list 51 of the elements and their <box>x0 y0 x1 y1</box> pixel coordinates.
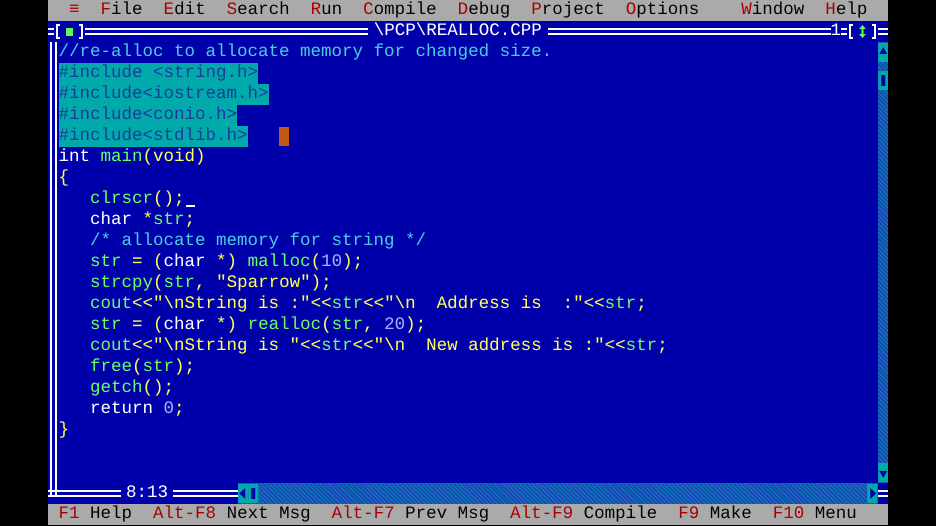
code-line: int main(void) <box>58 147 206 168</box>
menu-item[interactable]: Project <box>531 0 605 21</box>
status-shortcut[interactable]: F9 Make <box>678 504 752 525</box>
status-shortcut[interactable]: Alt-F9 Compile <box>510 504 658 525</box>
close-button[interactable] <box>54 22 85 41</box>
code-line: clrscr(); <box>89 189 185 210</box>
scroll-down-icon[interactable] <box>878 462 888 483</box>
close-box-icon <box>54 22 85 41</box>
menu-item[interactable]: Search <box>226 0 290 21</box>
scroll-thumb-icon[interactable] <box>878 70 888 91</box>
frame-line <box>878 490 888 497</box>
code-line: /* allocate memory for string */ <box>89 231 426 252</box>
code-line: //re-alloc to allocate memory for changed size. <box>58 42 552 63</box>
frame-line <box>841 28 848 35</box>
menu-item[interactable]: Edit <box>164 0 206 21</box>
menu-item[interactable]: Run <box>310 0 342 21</box>
status-shortcut[interactable]: F10 Menu <box>772 504 857 525</box>
vertical-scrollbar[interactable] <box>878 42 888 483</box>
zoom-icon <box>847 22 878 41</box>
scroll-up-icon[interactable] <box>878 42 888 63</box>
status-shortcut[interactable]: Alt-F8 Next Msg <box>153 504 311 525</box>
menu-item[interactable]: Compile <box>363 0 437 21</box>
window-number: 1 <box>830 21 842 42</box>
frame-line <box>173 490 238 497</box>
code-line: getch(); <box>89 378 174 399</box>
menu-item[interactable]: Window <box>741 0 804 21</box>
scroll-thumb-icon[interactable] <box>248 483 258 504</box>
code-line: } <box>58 420 70 441</box>
code-line: strcpy(str, "Sparrow"); <box>89 273 332 294</box>
status-shortcut[interactable]: F1 Help <box>58 504 132 525</box>
code-line: return 0; <box>89 399 185 420</box>
zoom-button[interactable] <box>847 22 878 41</box>
code-line: cout<<"\nString is :"<<str<<"\n Address is :"<<str; <box>89 294 647 315</box>
window-title: \PCP\REALLOC.CPP <box>372 21 543 42</box>
scroll-right-icon[interactable] <box>867 483 878 504</box>
menu-item[interactable]: Help <box>825 0 868 21</box>
scroll-left-icon[interactable] <box>238 483 248 504</box>
cursor-position: 8:13 <box>125 483 170 504</box>
frame-line <box>878 28 888 35</box>
code-line: char *str; <box>89 210 196 231</box>
status-shortcut[interactable]: Alt-F7 Prev Msg <box>332 504 490 525</box>
menu-item[interactable]: File <box>100 0 143 21</box>
code-line: cout<<"\nString is "<<str<<"\n New address is :"<<str; <box>89 336 668 357</box>
code-line: { <box>58 168 70 189</box>
code-line: str = (char *) realloc(str, 20); <box>89 315 426 336</box>
menu-item[interactable]: Debug <box>458 0 510 21</box>
code-line: free(str); <box>89 357 196 378</box>
menu-item[interactable]: Options <box>626 0 700 21</box>
code-line: str = (char *) malloc(10); <box>89 252 364 273</box>
horizontal-scrollbar[interactable] <box>238 483 878 504</box>
frame-line <box>48 28 54 35</box>
